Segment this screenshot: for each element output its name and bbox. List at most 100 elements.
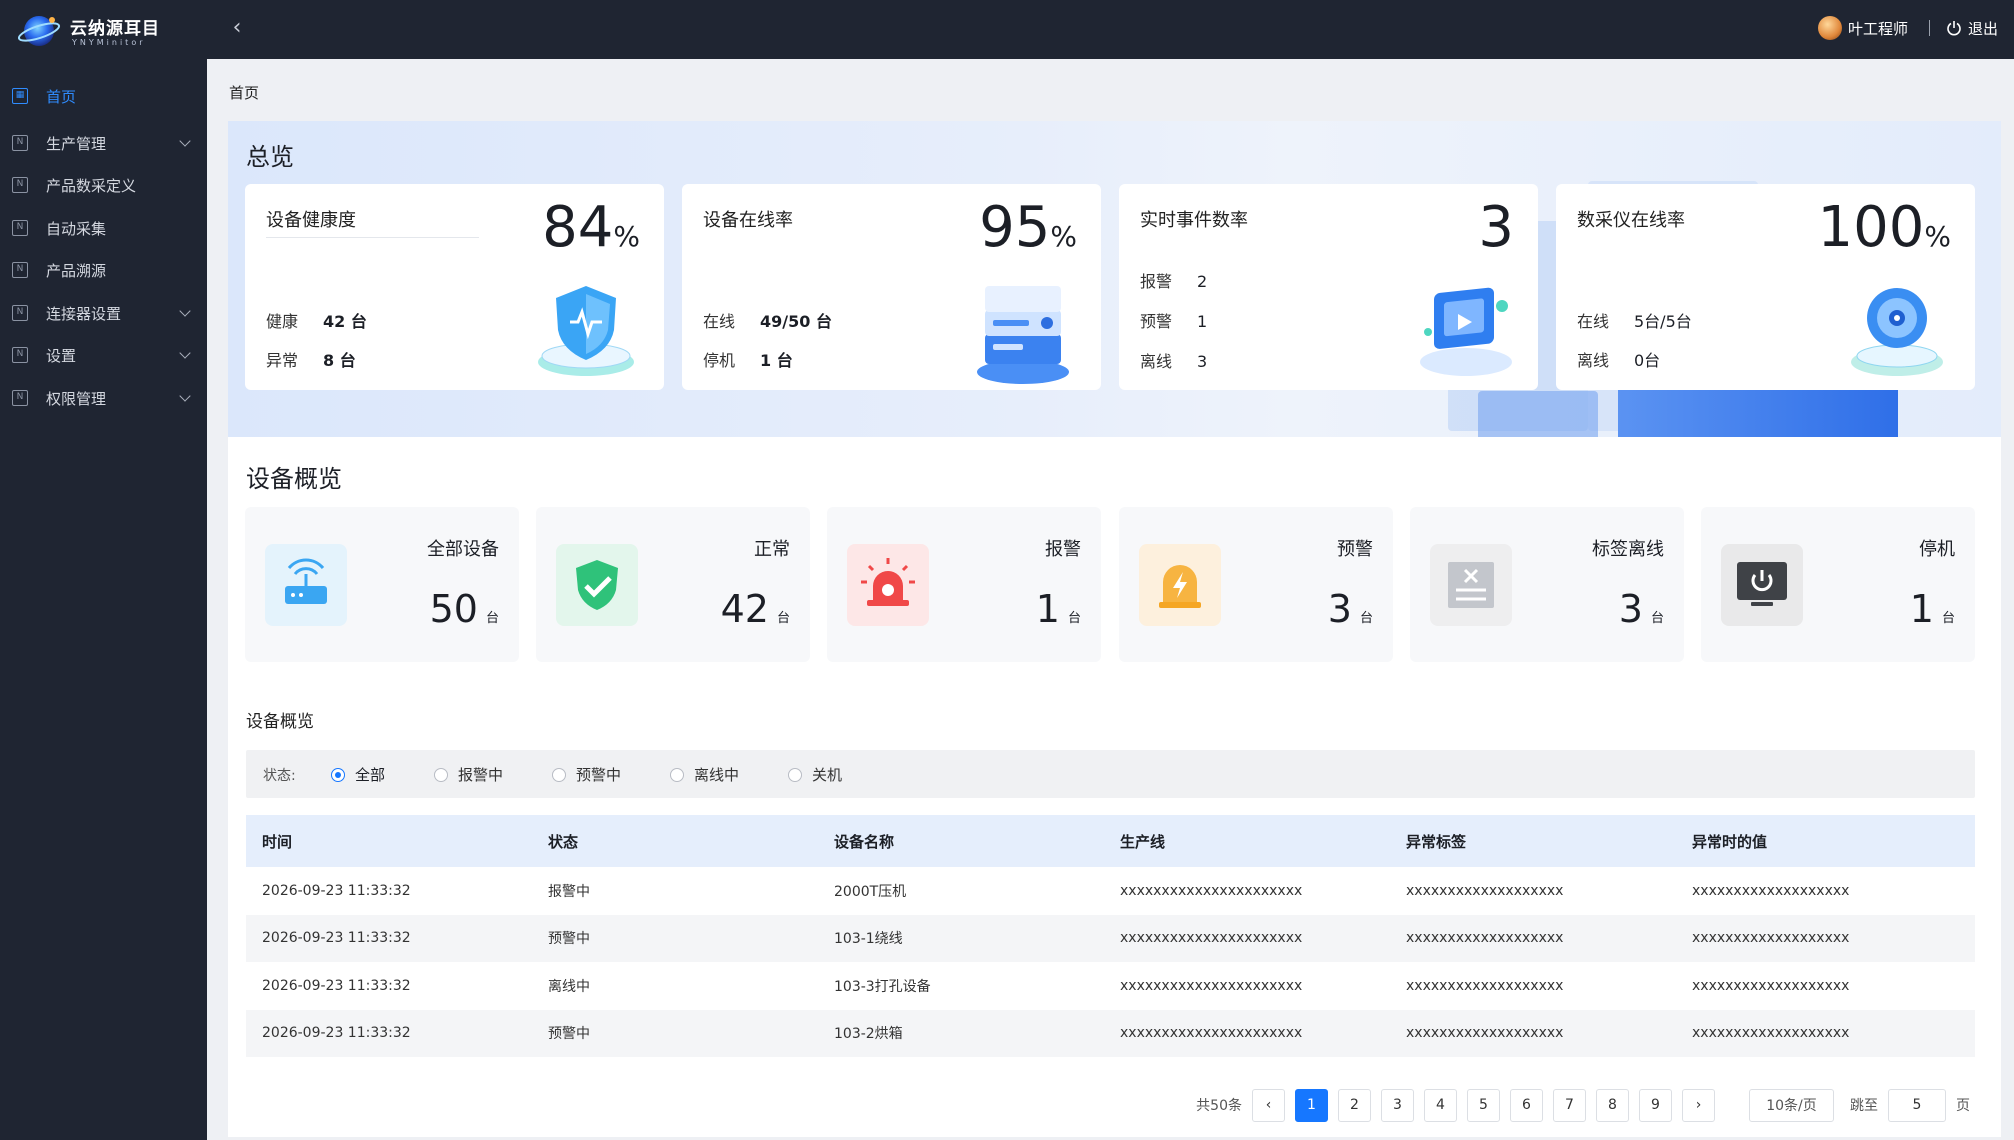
table-row[interactable]: 2026-09-23 11:33:32 报警中 2000T压机 xxxxxxxx… <box>246 867 1975 915</box>
device-card-value: 3台 <box>1327 587 1373 631</box>
chevron-left-icon: ‹ <box>1265 1097 1272 1113</box>
logo[interactable]: 云纳源耳目 YNYMinitor <box>18 8 178 52</box>
column-header[interactable]: 状态 <box>532 815 818 867</box>
jump-page-input[interactable] <box>1888 1088 1946 1122</box>
device-card-all[interactable]: 全部设备 50 台 <box>245 507 519 662</box>
cell-time: 2026-09-23 11:33:32 <box>246 914 532 962</box>
sidebar-item-data-definition[interactable]: N 产品数采定义 <box>0 165 207 205</box>
device-card-normal[interactable]: 正常 42 台 <box>536 507 810 662</box>
chevron-down-icon <box>179 347 191 359</box>
stat-card-collector-rate[interactable]: 数采仪在线率 100% 在线 5台/5台 离线 0台 <box>1556 184 1975 390</box>
cell-value: xxxxxxxxxxxxxxxxxxx <box>1676 914 1975 962</box>
stat-card-value: 3 <box>1478 195 1514 260</box>
cell-tag: xxxxxxxxxxxxxxxxxxx <box>1406 977 1564 994</box>
sidebar-item-label: 产品数采定义 <box>46 176 137 195</box>
stat-card-value: 100% <box>1817 195 1952 260</box>
avatar <box>1817 16 1842 40</box>
sidebar-item-label: 权限管理 <box>46 389 107 408</box>
stat-row: 报警 2 <box>1140 272 1208 291</box>
device-card-alarm[interactable]: 报警 1台 <box>827 507 1101 662</box>
filter-radio-all[interactable]: 全部 <box>331 764 385 785</box>
stat-row: 离线 0台 <box>1577 351 1661 370</box>
sidebar-item-home[interactable]: ▦ 首页 <box>0 76 207 116</box>
filter-radio-shutdown[interactable]: 关机 <box>788 764 842 785</box>
home-icon: ▦ <box>12 88 28 104</box>
filter-radio-warning[interactable]: 预警中 <box>552 764 621 785</box>
user-name: 叶工程师 <box>1847 19 1908 38</box>
device-card-tag-offline[interactable]: 标签离线 3台 <box>1410 507 1684 662</box>
status-filter-bar: 状态: 全部 报警中 预警中 离线中 关机 <box>246 750 1975 798</box>
page-button[interactable]: 3 <box>1381 1088 1414 1122</box>
chevron-down-icon <box>179 305 191 317</box>
cell-value: xxxxxxxxxxxxxxxxxxx <box>1692 977 1850 994</box>
page-size-select[interactable]: 10条/页 <box>1749 1088 1834 1122</box>
device-card-value: 1台 <box>1035 587 1081 631</box>
prev-page-button[interactable]: ‹ <box>1252 1088 1285 1122</box>
device-table: 时间 状态 设备名称 生产线 异常标签 异常时的值 2026-09-23 11:… <box>246 815 1975 1057</box>
sidebar-item-permissions[interactable]: N 权限管理 <box>0 378 207 418</box>
stat-row: 在线 49/50 台 <box>703 312 832 331</box>
logout-button[interactable]: 退出 <box>1946 14 1998 42</box>
page-suffix: 页 <box>1956 1098 1970 1114</box>
cell-line: xxxxxxxxxxxxxxxxxxxxxx <box>1104 1009 1390 1057</box>
radio-icon <box>788 767 802 782</box>
collapse-sidebar-button[interactable]: ‹ <box>226 14 248 42</box>
stat-card-title: 设备健康度 <box>266 210 356 231</box>
table-row[interactable]: 2026-09-23 11:33:32 预警中 103-1绕线 xxxxxxxx… <box>246 914 1975 962</box>
device-card-label: 正常 <box>754 539 790 560</box>
page-button[interactable]: 8 <box>1596 1088 1629 1122</box>
cell-line: xxxxxxxxxxxxxxxxxxxxxx <box>1104 914 1390 962</box>
stat-card-title: 设备在线率 <box>703 210 793 231</box>
sidebar-item-traceability[interactable]: N 产品溯源 <box>0 250 207 290</box>
sidebar-item-settings[interactable]: N 设置 <box>0 335 207 375</box>
cell-status: 报警中 <box>548 883 590 900</box>
page-button[interactable]: 2 <box>1338 1088 1371 1122</box>
column-header[interactable]: 时间 <box>246 815 532 867</box>
sidebar: ▦ 首页 N 生产管理 N 产品数采定义 N 自动采集 N 产品溯源 N 连接器… <box>0 59 207 1140</box>
radio-icon <box>434 767 448 782</box>
stat-card-online-rate[interactable]: 设备在线率 95% 在线 49/50 台 停机 1 台 <box>682 184 1101 390</box>
page-button[interactable]: 5 <box>1467 1088 1500 1122</box>
stat-row: 健康 42 台 <box>266 312 367 331</box>
sidebar-item-label: 设置 <box>46 346 77 365</box>
cell-tag: xxxxxxxxxxxxxxxxxxx <box>1390 1009 1676 1057</box>
page-button[interactable]: 1 <box>1295 1088 1328 1122</box>
stat-card-events[interactable]: 实时事件数率 3 报警 2 预警 1 离线 3 <box>1119 184 1538 390</box>
radio-icon <box>552 767 566 782</box>
page-button[interactable]: 7 <box>1553 1088 1586 1122</box>
menu-icon: N <box>12 135 28 151</box>
radio-icon <box>670 767 684 782</box>
stat-row: 停机 1 台 <box>703 351 793 370</box>
page-button[interactable]: 6 <box>1510 1088 1543 1122</box>
filter-radio-alarm[interactable]: 报警中 <box>434 764 503 785</box>
page-button[interactable]: 4 <box>1424 1088 1457 1122</box>
page-button[interactable]: 9 <box>1639 1088 1672 1122</box>
table-row[interactable]: 2026-09-23 11:33:32 预警中 103-2烘箱 xxxxxxxx… <box>246 1009 1975 1057</box>
cell-value: xxxxxxxxxxxxxxxxxxx <box>1676 1009 1975 1057</box>
column-header[interactable]: 设备名称 <box>818 815 1104 867</box>
menu-icon: N <box>12 220 28 236</box>
column-header[interactable]: 异常标签 <box>1390 815 1676 867</box>
column-header[interactable]: 异常时的值 <box>1676 815 1975 867</box>
sidebar-item-auto-collect[interactable]: N 自动采集 <box>0 208 207 248</box>
device-card-stopped[interactable]: 停机 1台 <box>1701 507 1975 662</box>
next-page-button[interactable]: › <box>1682 1088 1715 1122</box>
user-menu[interactable]: 叶工程师 <box>1817 14 1908 42</box>
total-count: 共50条 <box>1196 1098 1242 1114</box>
column-header[interactable]: 生产线 <box>1104 815 1390 867</box>
filter-radio-offline[interactable]: 离线中 <box>670 764 739 785</box>
sidebar-item-production[interactable]: N 生产管理 <box>0 123 207 163</box>
stat-card-health[interactable]: 设备健康度 84% 健康 42 台 异常 8 台 <box>245 184 664 390</box>
sidebar-item-connector[interactable]: N 连接器设置 <box>0 293 207 333</box>
table-row[interactable]: 2026-09-23 11:33:32 离线中 103-3打孔设备 xxxxxx… <box>246 962 1975 1010</box>
jump-label: 跳至 <box>1850 1098 1878 1114</box>
device-card-label: 停机 <box>1919 539 1955 560</box>
app-subtitle: YNYMinitor <box>72 38 146 47</box>
device-card-label: 报警 <box>1045 539 1081 560</box>
stat-card-value: 84% <box>542 195 640 260</box>
menu-icon: N <box>12 347 28 363</box>
device-card-value: 50 台 <box>429 587 499 631</box>
cell-line: xxxxxxxxxxxxxxxxxxxxxx <box>1120 977 1303 994</box>
device-card-warning[interactable]: 预警 3台 <box>1119 507 1393 662</box>
cell-tag: xxxxxxxxxxxxxxxxxxx <box>1390 914 1676 962</box>
